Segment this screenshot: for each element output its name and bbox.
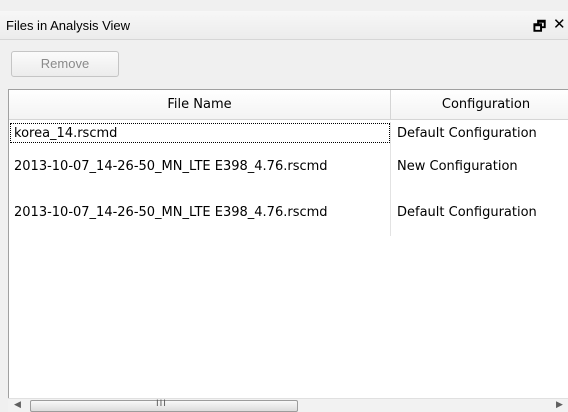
table-row[interactable]: 2013-10-07_14-26-50_MN_LTE E398_4.76.rsc… [9, 189, 568, 236]
panel-titlebar: Files in Analysis View 🗗 ✕ [0, 11, 568, 40]
scrollbar-thumb[interactable]: III [30, 399, 298, 412]
table-row[interactable]: 2013-10-07_14-26-50_MN_LTE E398_4.76.rsc… [9, 144, 568, 189]
panel-title: Files in Analysis View [6, 18, 131, 33]
file-name-cell[interactable]: korea_14.rscmd [9, 122, 391, 144]
files-in-analysis-view-panel: Files in Analysis View 🗗 ✕ Remove File N… [0, 0, 568, 412]
scroll-left-icon[interactable]: ◀ [14, 400, 21, 410]
configuration-cell[interactable]: Default Configuration [391, 189, 568, 236]
toolbar: Remove [0, 40, 568, 84]
remove-button[interactable]: Remove [11, 51, 119, 77]
scroll-right-icon[interactable]: ▶ [556, 400, 563, 410]
table-row[interactable]: korea_14.rscmd Default Configuration [9, 122, 568, 144]
horizontal-scrollbar[interactable]: ◀ III ▶ [8, 398, 568, 412]
file-name-cell[interactable]: 2013-10-07_14-26-50_MN_LTE E398_4.76.rsc… [9, 144, 391, 189]
close-icon[interactable]: ✕ [553, 15, 566, 33]
configuration-cell[interactable]: Default Configuration [391, 122, 568, 144]
table-header: File Name Configuration [9, 90, 568, 120]
column-header-configuration[interactable]: Configuration [391, 90, 568, 120]
restore-window-icon[interactable]: 🗗 [533, 16, 546, 40]
configuration-cell[interactable]: New Configuration [391, 144, 568, 189]
grip-icon: III [156, 399, 167, 409]
files-table: File Name Configuration korea_14.rscmd D… [8, 89, 568, 412]
file-name-cell[interactable]: 2013-10-07_14-26-50_MN_LTE E398_4.76.rsc… [9, 189, 391, 236]
column-header-file-name[interactable]: File Name [9, 90, 391, 120]
